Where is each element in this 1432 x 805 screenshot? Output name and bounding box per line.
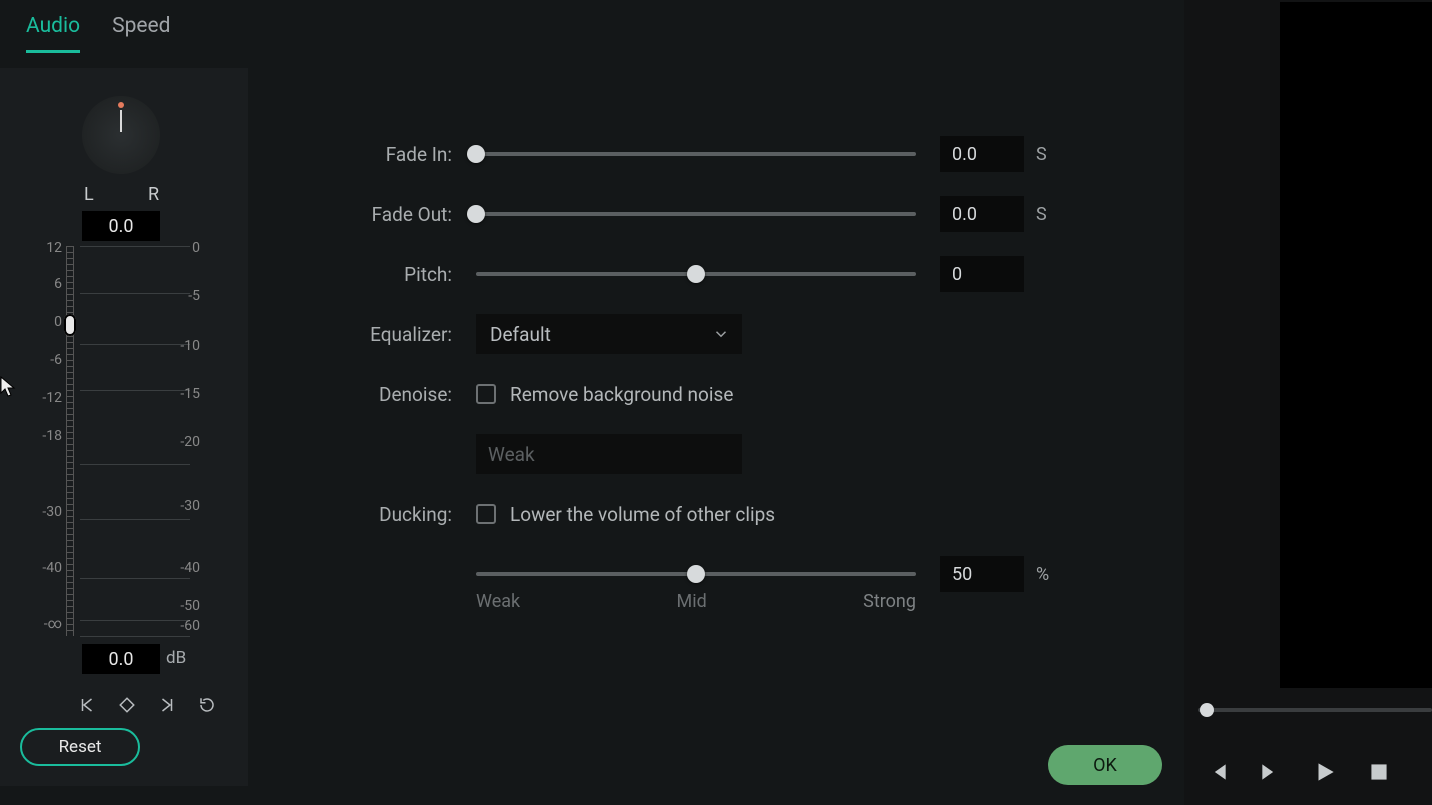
fade-in-value[interactable]: 0.0 xyxy=(940,136,1024,172)
fade-out-slider[interactable] xyxy=(476,203,916,225)
ducking-unit: % xyxy=(1036,564,1056,585)
stop-icon[interactable] xyxy=(1366,759,1392,789)
seek-slider[interactable] xyxy=(1198,702,1432,718)
fade-out-label: Fade Out: xyxy=(248,203,476,226)
vol-tick-right: -40 xyxy=(180,560,200,576)
pan-knob[interactable] xyxy=(82,96,160,174)
tab-speed[interactable]: Speed xyxy=(112,14,170,53)
reset-keyframe-icon[interactable] xyxy=(198,696,216,718)
denoise-label: Denoise: xyxy=(248,383,476,406)
vol-tick-right: -5 xyxy=(188,288,200,304)
tab-audio[interactable]: Audio xyxy=(26,14,80,53)
ducking-check-label: Lower the volume of other clips xyxy=(510,503,775,526)
pitch-value[interactable]: 0 xyxy=(940,256,1024,292)
reset-button[interactable]: Reset xyxy=(20,728,140,766)
vol-tick-left: 0 xyxy=(40,314,62,330)
ducking-value[interactable]: 50 xyxy=(940,556,1024,592)
keyframe-controls xyxy=(78,696,216,718)
ducking-slider-marks: Weak Mid Strong xyxy=(476,591,916,612)
vol-tick-right: -60 xyxy=(180,618,200,634)
pitch-label: Pitch: xyxy=(248,263,476,286)
fade-in-label: Fade In: xyxy=(248,143,476,166)
vol-tick-right: 0 xyxy=(192,240,200,256)
step-forward-icon[interactable] xyxy=(1258,759,1284,789)
volume-meter[interactable]: 12 6 0 -6 -12 -18 -30 -40 -∞ 0 -5 -10 -1… xyxy=(40,246,200,636)
vol-tick-left: -18 xyxy=(40,428,62,444)
pan-value[interactable]: 0.0 xyxy=(82,211,160,241)
vol-tick-left: -40 xyxy=(40,560,62,576)
fade-in-slider[interactable] xyxy=(476,143,916,165)
denoise-level-select[interactable]: Weak xyxy=(476,434,742,474)
equalizer-value: Default xyxy=(490,323,551,346)
vol-tick-left: -6 xyxy=(40,352,62,368)
vol-tick-left: -12 xyxy=(40,390,62,406)
tabs: Audio Speed xyxy=(0,0,1184,53)
next-keyframe-icon[interactable] xyxy=(158,696,176,718)
equalizer-label: Equalizer: xyxy=(248,323,476,346)
volume-unit: dB xyxy=(166,648,186,668)
preview-panel xyxy=(1184,0,1432,805)
vol-tick-left: 6 xyxy=(40,276,62,292)
ducking-label: Ducking: xyxy=(248,503,476,526)
volume-pan-pane: L R 0.0 12 6 0 -6 -12 -1 xyxy=(0,68,248,786)
vol-tick-right: -50 xyxy=(180,598,200,614)
preview-viewport xyxy=(1280,2,1432,688)
audio-editor-panel: Audio Speed L R 0.0 xyxy=(0,0,1184,805)
ok-button[interactable]: OK xyxy=(1048,745,1162,785)
vol-tick-left: -30 xyxy=(40,504,62,520)
step-back-icon[interactable] xyxy=(1204,759,1230,789)
vol-tick-right: -30 xyxy=(180,498,200,514)
audio-properties: Fade In: 0.0 S Fade Out: 0.0 S Pitch: xyxy=(248,68,1168,628)
fade-out-unit: S xyxy=(1036,204,1056,225)
player-controls xyxy=(1204,759,1432,789)
pan-left-label: L xyxy=(84,184,94,205)
ducking-checkbox[interactable] xyxy=(476,504,496,524)
fade-out-value[interactable]: 0.0 xyxy=(940,196,1024,232)
vol-tick-right: -20 xyxy=(180,434,200,450)
chevron-down-icon xyxy=(712,325,730,343)
vol-tick-left: 12 xyxy=(40,240,62,256)
volume-slider-thumb[interactable] xyxy=(64,314,76,336)
vol-tick-left: -∞ xyxy=(40,616,62,632)
volume-value[interactable]: 0.0 xyxy=(82,644,160,674)
pitch-slider[interactable] xyxy=(476,263,916,285)
prev-keyframe-icon[interactable] xyxy=(78,696,96,718)
add-keyframe-icon[interactable] xyxy=(118,696,136,718)
equalizer-select[interactable]: Default xyxy=(476,314,742,354)
ducking-slider[interactable]: Weak Mid Strong xyxy=(476,563,916,585)
vol-tick-right: -10 xyxy=(180,338,200,354)
pan-right-label: R xyxy=(148,184,159,205)
play-icon[interactable] xyxy=(1312,759,1338,789)
fade-in-unit: S xyxy=(1036,144,1056,165)
vol-tick-right: -15 xyxy=(180,386,200,402)
denoise-check-label: Remove background noise xyxy=(510,383,733,406)
denoise-checkbox[interactable] xyxy=(476,384,496,404)
